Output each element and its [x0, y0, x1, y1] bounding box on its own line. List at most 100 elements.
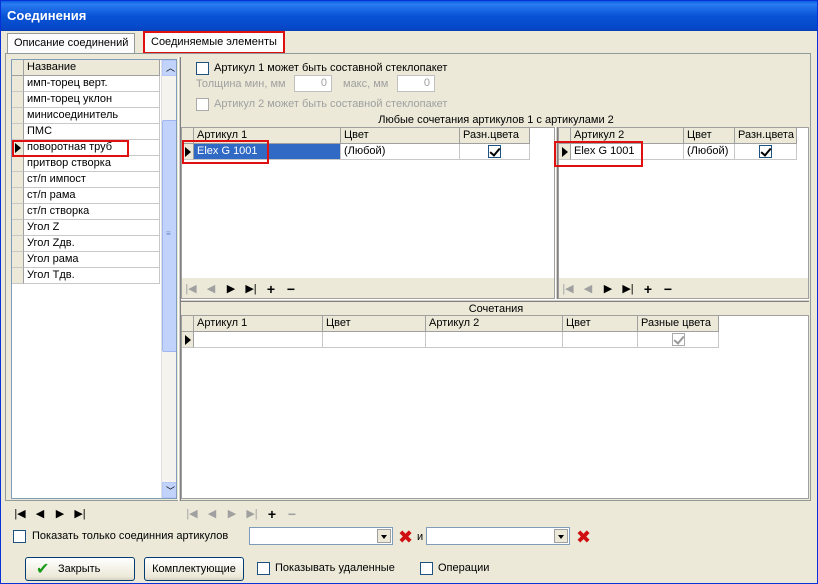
clear-filter-1-icon[interactable]: ✖ [398, 528, 413, 546]
remove-record-icon[interactable]: − [284, 282, 298, 296]
operations-checkbox[interactable] [420, 562, 433, 575]
next-record-icon[interactable]: ▶ [225, 507, 239, 521]
article-filter-2-combo[interactable] [426, 527, 570, 545]
add-record-icon[interactable]: + [264, 282, 278, 296]
next-record-icon[interactable]: ▶ [224, 282, 238, 296]
list-vertical-scrollbar[interactable]: ︿ ≡ ﹀ [161, 60, 176, 498]
last-record-icon[interactable]: ▶| [73, 507, 87, 521]
current-row-indicator [182, 332, 194, 348]
list-item[interactable]: ст/п импост [24, 172, 160, 188]
row-indicator [12, 92, 24, 108]
combinations-grid[interactable]: Артикул 1 Цвет Артикул 2 Цвет Разные цве… [181, 315, 809, 499]
thickness-min-input[interactable]: 0 [294, 75, 332, 92]
header-article1[interactable]: Артикул 1 [194, 128, 341, 144]
header-article2[interactable]: Артикул 2 [571, 128, 684, 144]
grid1-navigator: |◀ ◀ ▶ ▶| + − [182, 278, 554, 298]
list-item[interactable]: ст/п створка [24, 204, 160, 220]
article2-grid[interactable]: Артикул 2 Цвет Разн.цвета Elex G 1001 (Л… [558, 127, 809, 299]
header-color1[interactable]: Цвет [323, 316, 426, 332]
last-record-icon[interactable]: ▶| [621, 282, 635, 296]
grid2-diff-colors-cell[interactable] [735, 144, 797, 160]
connection-name-list[interactable]: Название имп-торец верт. имп-торец уклон м… [11, 59, 177, 499]
grid2-navigator: |◀ ◀ ▶ ▶| + − [559, 278, 808, 298]
title-bar: Соединения [1, 1, 817, 31]
grid1-color-cell[interactable]: (Любой) [341, 144, 460, 160]
grid2-article-cell[interactable]: Elex G 1001 [571, 144, 684, 160]
last-record-icon[interactable]: ▶| [244, 282, 258, 296]
row-indicator [12, 204, 24, 220]
connections-window: Соединения Описание соединений Соединяем… [0, 0, 818, 584]
close-button[interactable]: ✔ Закрыть [25, 557, 135, 581]
first-record-icon[interactable]: |◀ [184, 282, 198, 296]
header-article2[interactable]: Артикул 2 [426, 316, 563, 332]
tab-connected-elements[interactable]: Соединяемые элементы [143, 31, 285, 54]
chevron-down-icon: ﹀ [166, 486, 176, 496]
scroll-up-button[interactable]: ︿ [162, 60, 176, 76]
first-record-icon[interactable]: |◀ [185, 507, 199, 521]
combo-diff-colors-cell[interactable] [638, 332, 719, 348]
combo-color2-cell[interactable] [563, 332, 638, 348]
add-record-icon[interactable]: + [641, 282, 655, 296]
horizontal-splitter[interactable] [181, 299, 809, 302]
grid1-diff-colors-cell[interactable] [460, 144, 530, 160]
last-record-icon[interactable]: ▶| [245, 507, 259, 521]
grid2-diff-colors-checkbox[interactable] [759, 145, 772, 158]
chevron-down-icon[interactable] [554, 529, 568, 543]
list-item[interactable]: ПМС [24, 124, 160, 140]
list-item[interactable]: Угол рама [24, 252, 160, 268]
list-item[interactable]: притвор створка [24, 156, 160, 172]
prev-record-icon[interactable]: ◀ [33, 507, 47, 521]
prev-record-icon[interactable]: ◀ [581, 282, 595, 296]
grid1-article-cell[interactable]: Elex G 1001 [194, 144, 341, 160]
prev-record-icon[interactable]: ◀ [204, 282, 218, 296]
add-record-icon[interactable]: + [265, 507, 279, 521]
list-item[interactable]: имп-торец верт. [24, 76, 160, 92]
clear-filter-2-icon[interactable]: ✖ [576, 528, 591, 546]
article1-grid[interactable]: Артикул 1 Цвет Разн.цвета Elex G 1001 (Л… [181, 127, 555, 299]
show-deleted-checkbox[interactable] [257, 562, 270, 575]
header-diff-colors[interactable]: Разн.цвета [735, 128, 797, 144]
list-item[interactable]: минисоединитель [24, 108, 160, 124]
art1-composite-checkbox[interactable] [196, 62, 209, 75]
list-item[interactable]: Угол Zдв. [24, 236, 160, 252]
combo-article1-cell[interactable] [194, 332, 323, 348]
grid2-color-cell[interactable]: (Любой) [684, 144, 735, 160]
prev-record-icon[interactable]: ◀ [205, 507, 219, 521]
row-indicator-header [182, 128, 194, 144]
header-color2[interactable]: Цвет [563, 316, 638, 332]
chevron-down-icon[interactable] [377, 529, 391, 543]
list-item[interactable]: Угол Тдв. [24, 268, 160, 284]
grid1-diff-colors-checkbox[interactable] [488, 145, 501, 158]
combo-article2-cell[interactable] [426, 332, 563, 348]
next-record-icon[interactable]: ▶ [53, 507, 67, 521]
tab-label: Соединяемые элементы [151, 36, 277, 48]
next-record-icon[interactable]: ▶ [601, 282, 615, 296]
show-only-label: Показать только соединния артикулов [32, 530, 229, 542]
combo-color1-cell[interactable] [323, 332, 426, 348]
header-article1[interactable]: Артикул 1 [194, 316, 323, 332]
list-header-name[interactable]: Название [24, 60, 160, 76]
list-item[interactable]: имп-торец уклон [24, 92, 160, 108]
show-only-checkbox[interactable] [13, 530, 26, 543]
remove-record-icon[interactable]: − [661, 282, 675, 296]
list-item[interactable]: поворотная труб [24, 140, 160, 156]
art2-composite-checkbox[interactable] [196, 98, 209, 111]
tab-connection-description[interactable]: Описание соединений [7, 33, 136, 54]
list-item[interactable]: Угол Z [24, 220, 160, 236]
list-item[interactable]: ст/п рама [24, 188, 160, 204]
thickness-max-input[interactable]: 0 [397, 75, 435, 92]
header-color[interactable]: Цвет [684, 128, 735, 144]
remove-record-icon[interactable]: − [285, 507, 299, 521]
thickness-max-label: макс, мм [343, 78, 389, 90]
scroll-down-button[interactable]: ﹀ [162, 482, 176, 498]
header-diff-colors[interactable]: Разные цвета [638, 316, 719, 332]
art1-composite-label: Артикул 1 может быть составной стеклопак… [214, 62, 448, 74]
scroll-thumb[interactable]: ≡ [162, 120, 176, 352]
combo-diff-colors-checkbox[interactable] [672, 333, 685, 346]
header-color[interactable]: Цвет [341, 128, 460, 144]
header-diff-colors[interactable]: Разн.цвета [460, 128, 530, 144]
components-button[interactable]: Комплектующие [144, 557, 244, 581]
article-filter-1-combo[interactable] [249, 527, 393, 545]
first-record-icon[interactable]: |◀ [13, 507, 27, 521]
first-record-icon[interactable]: |◀ [561, 282, 575, 296]
